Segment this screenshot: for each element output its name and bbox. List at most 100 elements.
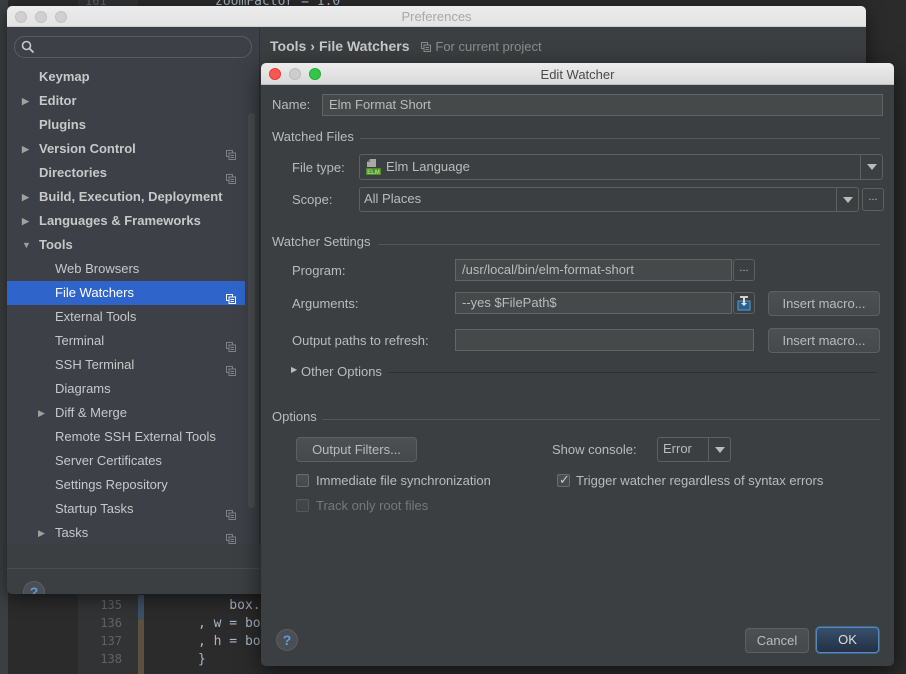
sidebar-scrollbar[interactable] bbox=[248, 113, 255, 508]
sidebar-item-label: Diff & Merge bbox=[55, 405, 128, 420]
settings-search-input[interactable] bbox=[14, 36, 252, 58]
settings-sidebar: Keymap ▶ Editor Plugins ▶ Version Control Dire… bbox=[7, 28, 259, 594]
immediate-sync-checkbox[interactable] bbox=[296, 474, 309, 487]
name-label: Name: bbox=[272, 97, 311, 112]
program-input[interactable]: /usr/local/bin/elm-format-short bbox=[455, 259, 732, 281]
scope-select[interactable]: All Places bbox=[359, 187, 859, 212]
scope-more-button[interactable]: ... bbox=[862, 188, 884, 211]
breadcrumb-separator: › bbox=[310, 38, 315, 54]
sidebar-item-label: Startup Tasks bbox=[55, 501, 134, 516]
sidebar-item-label: Server Certificates bbox=[55, 453, 162, 468]
project-scope-icon bbox=[421, 42, 432, 52]
section-title-watcher-settings: Watcher Settings bbox=[272, 234, 371, 249]
sidebar-item-terminal[interactable]: Terminal bbox=[7, 329, 245, 353]
sidebar-item-label: Plugins bbox=[39, 117, 86, 132]
sidebar-item-label: Languages & Frameworks bbox=[39, 213, 201, 228]
sidebar-item-build-execution-deployment[interactable]: ▶ Build, Execution, Deployment bbox=[7, 185, 245, 209]
sidebar-item-server-certificates[interactable]: Server Certificates bbox=[7, 449, 245, 473]
section-divider bbox=[389, 372, 877, 373]
arguments-label: Arguments: bbox=[292, 296, 359, 311]
sidebar-item-diagrams[interactable]: Diagrams bbox=[7, 377, 245, 401]
chevron-right-icon[interactable]: ▶ bbox=[38, 521, 48, 545]
section-divider bbox=[378, 244, 880, 245]
sidebar-item-remote-ssh-external-tools[interactable]: Remote SSH External Tools bbox=[7, 425, 245, 449]
expand-field-button[interactable] bbox=[733, 292, 755, 314]
sidebar-item-ssh-terminal[interactable]: SSH Terminal bbox=[7, 353, 245, 377]
output-filters-button[interactable]: Output Filters... bbox=[296, 437, 417, 462]
sidebar-item-file-watchers[interactable]: File Watchers bbox=[7, 281, 245, 305]
show-console-label: Show console: bbox=[552, 442, 637, 457]
sidebar-item-languages-frameworks[interactable]: ▶ Languages & Frameworks bbox=[7, 209, 245, 233]
sidebar-item-version-control[interactable]: ▶ Version Control bbox=[7, 137, 245, 161]
chevron-right-icon[interactable]: ▶ bbox=[38, 401, 48, 425]
chevron-down-icon[interactable] bbox=[860, 155, 882, 179]
sidebar-item-label: Editor bbox=[39, 93, 77, 108]
program-browse-button[interactable]: ... bbox=[733, 259, 755, 281]
sidebar-item-label: External Tools bbox=[55, 309, 137, 324]
cancel-button[interactable]: Cancel bbox=[745, 628, 809, 653]
code-line: box. bbox=[198, 598, 261, 613]
sidebar-item-diff-merge[interactable]: ▶ Diff & Merge bbox=[7, 401, 245, 425]
dialog-help-button[interactable]: ? bbox=[276, 629, 298, 651]
show-console-value: Error bbox=[663, 441, 692, 456]
line-number: 136 bbox=[100, 616, 122, 630]
chevron-down-icon[interactable] bbox=[836, 188, 858, 211]
sidebar-item-web-browsers[interactable]: Web Browsers bbox=[7, 257, 245, 281]
file-type-label: File type: bbox=[292, 160, 345, 175]
project-scope-note: For current project bbox=[421, 39, 542, 54]
sidebar-item-directories[interactable]: Directories bbox=[7, 161, 245, 185]
arguments-input[interactable]: --yes $FilePath$ bbox=[455, 292, 732, 314]
help-button[interactable]: ? bbox=[23, 581, 45, 594]
line-number: 137 bbox=[100, 634, 122, 648]
insert-macro-arguments-button[interactable]: Insert macro... bbox=[768, 291, 880, 316]
checkmark-icon: ✓ bbox=[559, 472, 570, 487]
chevron-down-icon[interactable] bbox=[708, 438, 730, 461]
sidebar-item-tasks[interactable]: ▶ Tasks bbox=[7, 521, 245, 545]
sidebar-item-editor[interactable]: ▶ Editor bbox=[7, 89, 245, 113]
sidebar-item-label: Diagrams bbox=[55, 381, 111, 396]
trigger-regardless-checkbox[interactable]: ✓ bbox=[557, 472, 570, 487]
chevron-down-icon[interactable]: ▼ bbox=[22, 233, 32, 257]
immediate-sync-label[interactable]: Immediate file synchronization bbox=[316, 473, 491, 488]
sidebar-item-settings-repository[interactable]: Settings Repository bbox=[7, 473, 245, 497]
sidebar-item-keymap[interactable]: Keymap bbox=[7, 65, 245, 89]
file-type-select[interactable]: ELM Elm Language bbox=[359, 154, 883, 180]
sidebar-item-plugins[interactable]: Plugins bbox=[7, 113, 245, 137]
trigger-regardless-label[interactable]: Trigger watcher regardless of syntax err… bbox=[576, 473, 823, 488]
track-root-label: Track only root files bbox=[316, 498, 429, 513]
chevron-right-icon[interactable]: ▶ bbox=[22, 89, 32, 113]
sidebar-item-external-tools[interactable]: External Tools bbox=[7, 305, 245, 329]
project-scope-icon bbox=[226, 144, 236, 160]
chevron-right-icon[interactable]: ▶ bbox=[22, 209, 32, 233]
chevron-right-icon[interactable]: ▶ bbox=[22, 137, 32, 161]
sidebar-item-label: Version Control bbox=[39, 141, 136, 156]
output-paths-input[interactable] bbox=[455, 329, 754, 351]
ok-button[interactable]: OK bbox=[816, 627, 879, 653]
sidebar-item-label: Build, Execution, Deployment bbox=[39, 189, 223, 204]
show-console-select[interactable]: Error bbox=[657, 437, 731, 462]
name-input[interactable]: Elm Format Short bbox=[322, 94, 883, 116]
preferences-titlebar: Preferences bbox=[7, 6, 866, 27]
section-title-options: Options bbox=[272, 409, 317, 424]
other-options-toggle[interactable]: ▶ Other Options bbox=[291, 364, 391, 380]
chevron-right-icon: ▶ bbox=[291, 365, 298, 374]
project-scope-icon bbox=[226, 360, 236, 376]
sidebar-item-label: Terminal bbox=[55, 333, 105, 348]
sidebar-item-label: File Watchers bbox=[55, 285, 134, 300]
change-marker bbox=[138, 620, 144, 674]
expand-field-icon bbox=[737, 296, 751, 311]
code-line: , w = bo bbox=[198, 616, 261, 631]
project-scope-icon bbox=[226, 336, 236, 352]
line-number: 135 bbox=[100, 598, 122, 612]
sidebar-item-startup-tasks[interactable]: Startup Tasks bbox=[7, 497, 245, 521]
insert-macro-output-button[interactable]: Insert macro... bbox=[768, 328, 880, 353]
divider bbox=[7, 568, 259, 569]
track-root-checkbox bbox=[296, 499, 309, 512]
output-paths-label: Output paths to refresh: bbox=[292, 333, 429, 348]
section-title-watched-files: Watched Files bbox=[272, 129, 354, 144]
sidebar-item-label: Tools bbox=[39, 237, 73, 252]
breadcrumb-parent[interactable]: Tools bbox=[270, 38, 306, 54]
scope-label: Scope: bbox=[292, 192, 333, 207]
sidebar-item-tools[interactable]: ▼ Tools bbox=[7, 233, 245, 257]
chevron-right-icon[interactable]: ▶ bbox=[22, 185, 32, 209]
